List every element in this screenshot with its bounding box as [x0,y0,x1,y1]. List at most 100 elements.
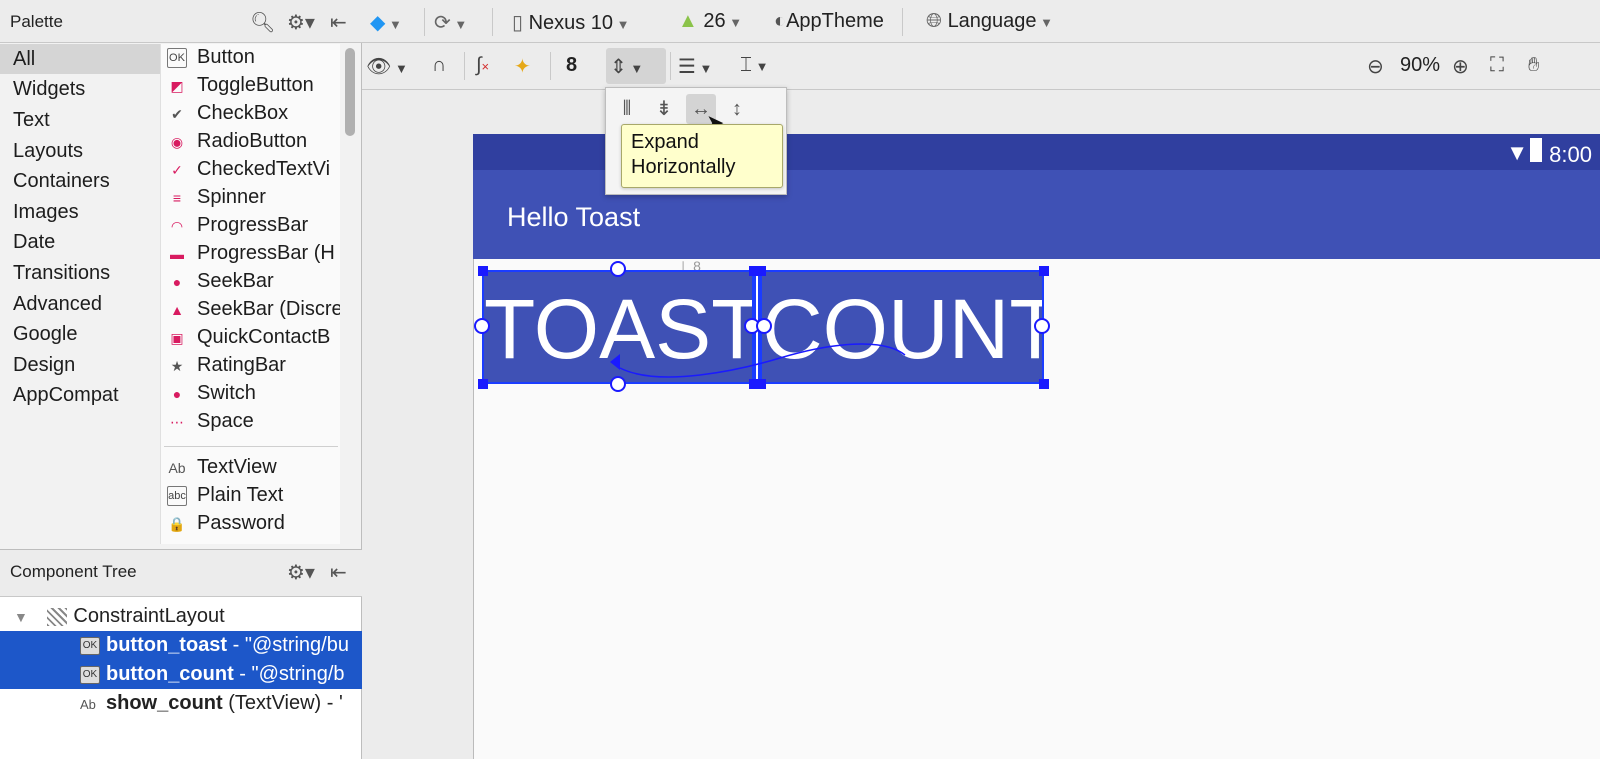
orientation-icon[interactable]: ⟳ ▼ [434,10,467,35]
category-google[interactable]: Google [0,319,160,349]
clear-constraints-icon[interactable]: ∫× [476,54,489,77]
toolbar-separator [670,52,671,80]
widget-seekbar[interactable]: ● SeekBar [161,268,340,296]
pan-hand-icon[interactable]: ✋︎ [1528,54,1539,77]
category-design[interactable]: Design [0,350,160,380]
category-appcompat[interactable]: AppCompat [0,380,160,410]
tree-row-button-toast[interactable]: OK button_toast - "@string/bu [0,631,362,660]
palette-title: Palette [10,12,63,31]
resize-handle[interactable] [478,266,488,276]
zoom-out-icon[interactable]: ⊖ [1367,54,1384,79]
design-surface-layers-icon[interactable]: ◆ ▼ [370,10,402,35]
widget-label: Password [197,512,285,534]
widget-spinner[interactable]: ≡ Spinner [161,184,340,212]
widget-checkedtextview[interactable]: ✓ CheckedTextVi [161,156,340,184]
distribute-horizontally-icon[interactable]: ⫴ [612,94,642,124]
widget-label: TextView [197,456,277,478]
layout-toolbar: 👁︎ ▼ ∩ ∫× ✦ 8 ⇕ ▼ ☰ ▼ ⌶ ▼ ⊖ 90% ⊕ ⛶ ✋︎ [362,44,1600,90]
theme-selector[interactable]: ◐AppTheme [774,10,884,33]
button-icon: OK [167,48,187,68]
widget-seekbar-discrete[interactable]: ▲ SeekBar (Discre [161,296,340,324]
widget-togglebutton[interactable]: ◩ ToggleButton [161,72,340,100]
widget-textview[interactable]: Ab TextView [161,454,340,482]
palette-widget-list: OK Button ◩ ToggleButton ✔ CheckBox ◉ RadioB… [160,44,340,544]
collapse-panel-icon[interactable]: ⇤ [330,10,347,35]
widget-label: ProgressBar [197,214,309,236]
align-icon[interactable]: ☰ ▼ [678,54,712,79]
pack-icon[interactable]: ⇕ ▼ [610,54,643,79]
api-level-selector[interactable]: ▲ 26 ▼ [678,10,742,33]
collapse-panel-icon[interactable]: ⇤ [330,560,347,585]
category-transitions[interactable]: Transitions [0,258,160,288]
guidelines-icon[interactable]: ⌶ ▼ [740,54,768,77]
category-all[interactable]: All [0,44,160,74]
toggle-icon: ◩ [170,78,184,94]
widget-radiobutton[interactable]: ◉ RadioButton [161,128,340,156]
tree-row-constraintlayout[interactable]: ▼ ConstraintLayout [0,602,362,631]
widget-label: QuickContactB [197,326,331,348]
widget-password[interactable]: 🔒 Password [161,510,340,538]
widget-label: RatingBar [197,354,286,376]
tree-row-button-count[interactable]: OK button_count - "@string/b [0,660,362,689]
button-icon: OK [80,665,100,684]
resize-handle[interactable] [756,266,766,276]
left-anchor-handle[interactable] [474,318,490,334]
category-date[interactable]: Date [0,227,160,257]
component-tree-panel: Component Tree ⚙▾ ⇤ ▼ ConstraintLayout O… [0,549,362,759]
expand-vertically-icon[interactable]: ↕ [722,94,752,124]
widget-switch[interactable]: ● Switch [161,380,340,408]
widget-label: SeekBar (Discre [197,298,340,320]
autoconnect-magnet-icon[interactable]: ∩ [432,54,446,77]
resize-handle[interactable] [1039,266,1049,276]
status-time: 8:00 [1549,142,1592,167]
palette-categories: All Widgets Text Layouts Containers Imag… [0,44,160,549]
tree-row-show-count[interactable]: Ab show_count (TextView) - ' [0,689,362,718]
resize-handle[interactable] [1039,379,1049,389]
category-images[interactable]: Images [0,197,160,227]
star-icon: ★ [170,358,184,374]
left-anchor-handle[interactable] [756,318,772,334]
widget-progressbar-horizontal[interactable]: ▬ ProgressBar (H [161,240,340,268]
bottom-anchor-handle[interactable] [610,376,626,392]
widget-label: CheckBox [197,102,289,124]
expand-arrow-icon[interactable]: ▼ [14,609,28,625]
widget-ratingbar[interactable]: ★ RatingBar [161,352,340,380]
device-icon: ▯ [512,12,529,34]
widget-checkbox[interactable]: ✔ CheckBox [161,100,340,128]
palette-scrollbar[interactable] [345,48,355,136]
widget-label: ToggleButton [197,74,314,96]
widget-label: Plain Text [197,484,284,506]
language-selector[interactable]: 🌐︎ Language ▼ [926,10,1053,33]
component-tree-header: Component Tree ⚙▾ ⇤ [0,550,362,597]
category-widgets[interactable]: Widgets [0,74,160,104]
default-margin-value[interactable]: 8 [566,54,577,77]
resize-handle[interactable] [756,379,766,389]
gear-icon[interactable]: ⚙▾ [287,10,315,35]
category-text[interactable]: Text [0,105,160,135]
search-icon[interactable]: 🔍︎ [250,10,275,35]
zoom-in-icon[interactable]: ⊕ [1452,54,1469,79]
zoom-to-fit-icon[interactable]: ⛶ [1490,54,1504,77]
widget-label: ProgressBar (H [197,242,335,264]
widget-label: Space [197,410,254,432]
widget-plaintext[interactable]: abc Plain Text [161,482,340,510]
category-layouts[interactable]: Layouts [0,136,160,166]
device-selector[interactable]: ▯ Nexus 10 ▼ [512,10,630,35]
widget-space[interactable]: ⋯ Space [161,408,340,436]
top-anchor-handle[interactable] [610,261,626,277]
contact-badge-icon: ▣ [170,330,184,346]
checked-text-icon: ✓ [171,162,183,178]
eye-icon[interactable]: 👁︎ ▼ [366,54,408,79]
widget-button[interactable]: OK Button [161,44,340,72]
gear-icon[interactable]: ⚙▾ [287,560,315,585]
resize-handle[interactable] [478,379,488,389]
infer-constraints-wand-icon[interactable]: ✦ [514,54,531,79]
switch-icon: ● [172,386,182,402]
widget-progressbar[interactable]: ◠ ProgressBar [161,212,340,240]
category-containers[interactable]: Containers [0,166,160,196]
distribute-vertically-icon[interactable]: ⇟ [649,94,679,124]
widget-quickcontactbadge[interactable]: ▣ QuickContactB [161,324,340,352]
right-anchor-handle[interactable] [1034,318,1050,334]
editor-toolbar: ◆ ▼ ⟳ ▼ ▯ Nexus 10 ▼ ▲ 26 ▼ ◐AppTheme 🌐︎… [362,0,1600,43]
category-advanced[interactable]: Advanced [0,289,160,319]
